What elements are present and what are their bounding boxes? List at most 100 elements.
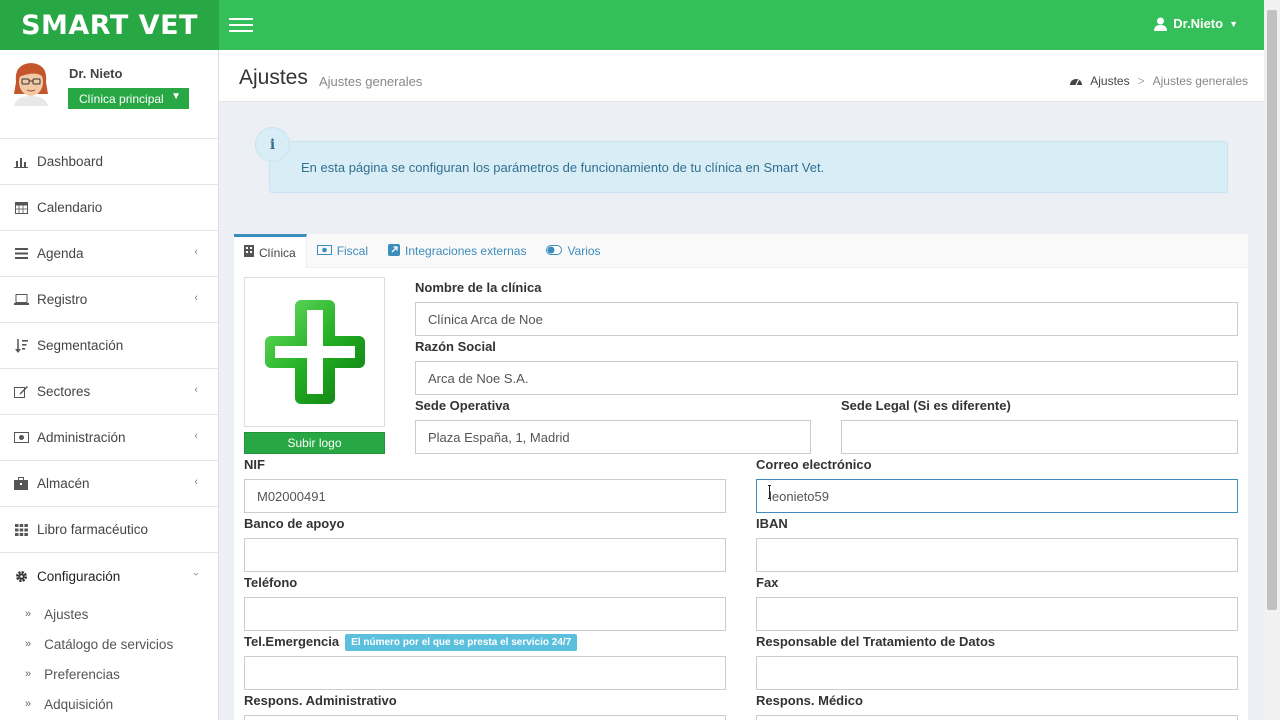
sede-operativa-label: Sede Operativa [415,398,510,413]
tab-fiscal[interactable]: Fiscal [307,234,378,268]
submenu-item-preferencias[interactable]: » Preferencias [0,659,218,689]
grid-icon [13,523,29,536]
tel-emergencia-input[interactable] [244,656,726,690]
upload-logo-button[interactable]: Subir logo [244,432,385,454]
tab-label: Fiscal [336,244,369,258]
building-icon [244,245,254,260]
breadcrumb-home[interactable]: Ajustes [1090,74,1129,88]
user-panel: Dr. Nieto Clínica principal ▼ [0,50,218,139]
info-alert: En esta página se configuran los parámet… [269,141,1228,193]
chevron-left-icon: ‹ [194,246,198,258]
sidebar-item-libro-farmaceutico[interactable]: Libro farmacéutico [0,507,218,553]
tab-integraciones[interactable]: Integraciones externas [378,234,536,268]
sidebar-item-agenda[interactable]: Agenda ‹ [0,231,218,277]
settings-panel: Clínica Fiscal Integraciones externas Va… [234,234,1248,720]
submenu-item-adquisicion[interactable]: » Adquisición [0,689,218,719]
chevron-left-icon: ‹ [194,476,198,488]
sidebar-item-label: Configuración [37,568,121,584]
telefono-input[interactable] [244,597,726,631]
responsable-datos-label: Responsable del Tratamiento de Datos [756,634,996,649]
nombre-clinica-input[interactable] [415,302,1238,336]
scrollbar-thumb[interactable] [1267,10,1277,610]
sidebar-item-segmentacion[interactable]: Segmentación [0,323,218,369]
money-icon [13,432,29,443]
user-menu[interactable]: Dr.Nieto ▼ [1154,16,1238,31]
submenu-item-ajustes[interactable]: » Ajustes [0,599,218,629]
page-subtitle: Ajustes generales [319,74,423,89]
sede-legal-input[interactable] [841,420,1238,454]
angle-double-right-icon: » [25,608,32,620]
sidebar-item-label: Segmentación [37,338,124,353]
submenu-item-catalogo[interactable]: » Catálogo de servicios [0,629,218,659]
sidebar: Dr. Nieto Clínica principal ▼ Dashboard … [0,50,219,720]
user-menu-label: Dr.Nieto [1173,16,1224,31]
text-cursor-icon [768,485,771,499]
app-logo[interactable]: SMART VET [0,0,219,50]
clinic-select[interactable]: Clínica principal ▼ [68,88,189,109]
tab-varios[interactable]: Varios [536,234,610,268]
resp-admin-label: Respons. Administrativo [244,693,397,708]
sede-legal-label: Sede Legal (Si es diferente) [841,398,1011,413]
hamburger-menu-icon[interactable] [229,14,253,36]
breadcrumb: Ajustes > Ajustes generales [1070,74,1248,88]
sidebar-item-almacen[interactable]: Almacén ‹ [0,461,218,507]
edit-icon [13,385,29,398]
razon-social-label: Razón Social [415,339,496,354]
tel-emergencia-label: Tel.Emergencia [244,634,340,649]
submenu-item-label: Ajustes [44,606,89,622]
tab-label: Varios [567,244,601,258]
chevron-left-icon: ‹ [194,292,198,304]
info-icon: i [255,127,290,162]
top-navbar: Dr.Nieto ▼ [219,0,1264,50]
sidebar-item-dashboard[interactable]: Dashboard [0,139,218,185]
banco-label: Banco de apoyo [244,516,345,531]
dashboard-icon [1070,79,1083,86]
sidebar-item-sectores[interactable]: Sectores ‹ [0,369,218,415]
sidebar-item-configuracion[interactable]: Configuración ‹ [0,553,218,599]
banco-input[interactable] [244,538,726,572]
page-scrollbar[interactable] [1264,0,1280,720]
razon-social-input[interactable] [415,361,1238,395]
sidebar-item-label: Registro [37,292,88,307]
angle-double-right-icon: » [25,698,32,710]
config-submenu: » Ajustes » Catálogo de servicios » Prefere… [0,599,218,719]
sidebar-item-label: Agenda [37,246,84,261]
fax-label: Fax [756,575,779,590]
sede-operativa-input[interactable] [415,420,811,454]
user-name: Dr. Nieto [69,66,123,81]
chevron-left-icon: ‹ [194,384,198,396]
angle-double-right-icon: » [25,668,32,680]
calendar-icon [13,201,29,214]
briefcase-icon [13,477,29,490]
sidebar-item-registro[interactable]: Registro ‹ [0,277,218,323]
sidebar-item-administracion[interactable]: Administración ‹ [0,415,218,461]
tab-clinica[interactable]: Clínica [234,234,307,268]
green-cross-logo [264,300,365,404]
breadcrumb-current: Ajustes generales [1152,74,1248,88]
resp-medico-label: Respons. Médico [756,693,863,708]
info-alert-text: En esta página se configuran los parámet… [301,159,825,175]
sort-icon [13,338,29,353]
gear-icon [13,570,29,583]
chevron-left-icon: ‹ [194,430,198,442]
iban-label: IBAN [756,516,788,531]
chevron-down-icon: ‹ [190,572,203,576]
responsable-datos-input[interactable] [756,656,1238,690]
user-icon [1154,17,1168,31]
bar-chart-icon [13,156,29,168]
fax-input[interactable] [756,597,1238,631]
sidebar-item-calendario[interactable]: Calendario [0,185,218,231]
resp-medico-input[interactable] [756,715,1238,720]
iban-input[interactable] [756,538,1238,572]
email-field[interactable] [756,479,1238,513]
nif-label: NIF [244,457,265,472]
submenu-item-label: Catálogo de servicios [44,636,174,652]
nif-input[interactable] [244,479,726,513]
tab-label: Clínica [259,245,296,260]
money-icon [316,244,332,258]
resp-admin-input[interactable] [244,715,726,720]
tel-emergencia-badge: El número por el que se presta el servic… [345,634,578,651]
toggle-icon [546,244,563,258]
content-header: Ajustes Ajustes generales Ajustes > Ajus… [219,50,1264,102]
nombre-clinica-label: Nombre de la clínica [415,280,542,295]
